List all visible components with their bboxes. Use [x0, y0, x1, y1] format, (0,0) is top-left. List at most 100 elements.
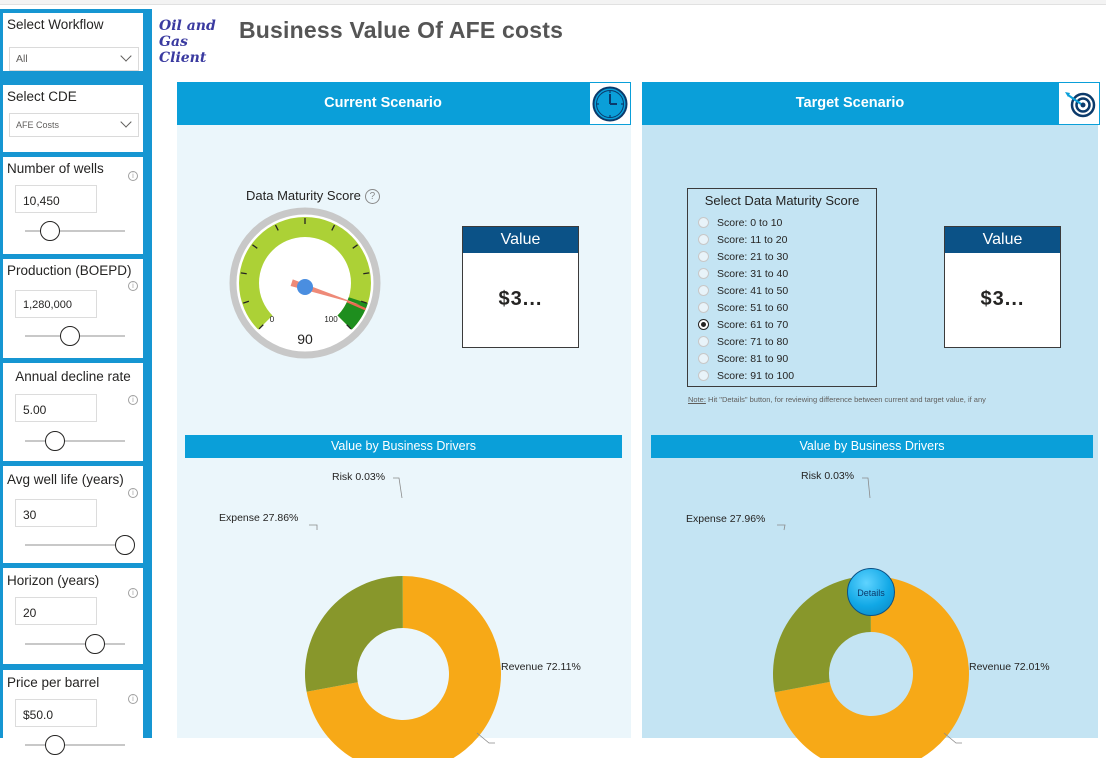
- horizon-label: Horizon (years): [7, 573, 99, 588]
- production-input[interactable]: 1,280,000: [15, 290, 97, 318]
- info-icon[interactable]: i: [128, 395, 138, 405]
- well-life-value: 30: [23, 508, 36, 522]
- details-note: Note: Hit "Details" button, for reviewin…: [688, 395, 986, 404]
- radio-button[interactable]: [698, 319, 709, 330]
- leader-line: [777, 525, 785, 530]
- maturity-gauge: 0 100 90: [227, 205, 387, 365]
- cde-dropdown[interactable]: AFE Costs: [9, 113, 139, 137]
- score-option[interactable]: Score: 31 to 40: [698, 265, 794, 282]
- info-icon[interactable]: i: [128, 171, 138, 181]
- top-bar: [0, 0, 1106, 5]
- well-life-input[interactable]: 30: [15, 499, 97, 527]
- revenue-label: Revenue 72.01%: [969, 661, 1050, 673]
- gauge-title: Data Maturity Score?: [246, 188, 380, 204]
- cde-value: AFE Costs: [16, 120, 59, 130]
- price-value: $50.0: [23, 708, 53, 722]
- revenue-label: Revenue 72.11%: [501, 661, 581, 673]
- current-scenario-header: Current Scenario: [177, 82, 589, 125]
- target-button[interactable]: [1058, 82, 1100, 125]
- radio-button[interactable]: [698, 234, 709, 245]
- info-icon[interactable]: i: [128, 694, 138, 704]
- radio-button[interactable]: [698, 217, 709, 228]
- horizon-slider-thumb[interactable]: [85, 634, 105, 654]
- radio-button[interactable]: [698, 336, 709, 347]
- wells-slider-thumb[interactable]: [40, 221, 60, 241]
- chevron-down-icon: [120, 116, 131, 127]
- score-option[interactable]: Score: 91 to 100: [698, 367, 794, 384]
- note-text: Hit "Details" button, for reviewing diff…: [708, 395, 986, 404]
- score-option[interactable]: Score: 41 to 50: [698, 282, 794, 299]
- price-slider[interactable]: [25, 744, 125, 746]
- price-slider-thumb[interactable]: [45, 735, 65, 755]
- info-icon[interactable]: i: [128, 488, 138, 498]
- radio-button[interactable]: [698, 285, 709, 296]
- radio-button[interactable]: [698, 370, 709, 381]
- score-option-label: Score: 61 to 70: [717, 319, 788, 331]
- info-icon[interactable]: i: [128, 281, 138, 291]
- clock-icon: [590, 83, 630, 124]
- cde-label: Select CDE: [7, 89, 77, 104]
- production-slider-thumb[interactable]: [60, 326, 80, 346]
- gauge-title-text: Data Maturity Score: [246, 188, 361, 203]
- workflow-dropdown[interactable]: All: [9, 47, 139, 71]
- score-option[interactable]: Score: 21 to 30: [698, 248, 794, 265]
- price-parameter: Price per barrel i $50.0: [3, 670, 143, 750]
- price-input[interactable]: $50.0: [15, 699, 97, 727]
- radio-button[interactable]: [698, 302, 709, 313]
- details-button[interactable]: Details: [847, 568, 895, 616]
- gauge-tick: [241, 273, 247, 274]
- gauge-min-label: 0: [270, 315, 275, 324]
- expense-label: Expense 27.96%: [686, 513, 765, 525]
- client-logo: Oil and Gas Client: [159, 18, 229, 66]
- horizon-value: 20: [23, 606, 36, 620]
- current-scenario-panel: Current Scenario Data Maturity Score? 0 …: [177, 82, 631, 738]
- score-selector-title: Select Data Maturity Score: [688, 193, 876, 208]
- decline-input[interactable]: 5.00: [15, 394, 97, 422]
- horizon-input[interactable]: 20: [15, 597, 97, 625]
- workflow-value: All: [16, 53, 28, 65]
- production-parameter: Production (BOEPD) i 1,280,000: [3, 259, 143, 358]
- current-drivers-donut: [177, 458, 631, 758]
- leader-line: [862, 478, 870, 498]
- price-label: Price per barrel: [7, 675, 99, 690]
- decline-slider[interactable]: [25, 440, 125, 442]
- well-life-slider[interactable]: [25, 544, 125, 546]
- target-scenario-panel: Target Scenario Select Data Maturity Sco…: [642, 82, 1098, 738]
- well-life-slider-thumb[interactable]: [115, 535, 135, 555]
- score-option[interactable]: Score: 61 to 70: [698, 316, 794, 333]
- value-card-title: Value: [945, 227, 1060, 253]
- expense-label: Expense 27.86%: [219, 512, 298, 524]
- note-label: Note:: [688, 395, 706, 404]
- risk-label: Risk 0.03%: [332, 471, 385, 483]
- score-option[interactable]: Score: 0 to 10: [698, 214, 794, 231]
- gauge-hub: [297, 279, 313, 295]
- wells-input[interactable]: 10,450: [15, 185, 97, 213]
- decline-label: Annual decline rate: [3, 369, 143, 384]
- value-card-amount: $3...: [945, 288, 1060, 311]
- score-option[interactable]: Score: 81 to 90: [698, 350, 794, 367]
- radio-button[interactable]: [698, 268, 709, 279]
- clock-button[interactable]: [589, 82, 631, 125]
- workflow-filter: Select Workflow All: [3, 13, 143, 71]
- score-option-label: Score: 91 to 100: [717, 370, 794, 382]
- radio-button[interactable]: [698, 251, 709, 262]
- help-icon[interactable]: ?: [365, 189, 380, 204]
- gauge-max-label: 100: [324, 315, 338, 324]
- score-option[interactable]: Score: 51 to 60: [698, 299, 794, 316]
- horizon-slider[interactable]: [25, 643, 125, 645]
- current-scenario-title: Current Scenario: [177, 82, 589, 125]
- score-option[interactable]: Score: 11 to 20: [698, 231, 794, 248]
- info-icon[interactable]: i: [128, 588, 138, 598]
- expense-slice[interactable]: [305, 576, 403, 692]
- score-option-label: Score: 41 to 50: [717, 285, 788, 297]
- production-value: 1,280,000: [23, 299, 72, 311]
- radio-button[interactable]: [698, 353, 709, 364]
- maturity-score-selector: Select Data Maturity Score Score: 0 to 1…: [687, 188, 877, 387]
- page-title: Business Value Of AFE costs: [239, 17, 563, 44]
- decline-slider-thumb[interactable]: [45, 431, 65, 451]
- current-drivers-header: Value by Business Drivers: [185, 435, 622, 458]
- target-scenario-header: Target Scenario: [642, 82, 1058, 125]
- score-option[interactable]: Score: 71 to 80: [698, 333, 794, 350]
- score-option-label: Score: 21 to 30: [717, 251, 788, 263]
- leader-line: [393, 478, 402, 498]
